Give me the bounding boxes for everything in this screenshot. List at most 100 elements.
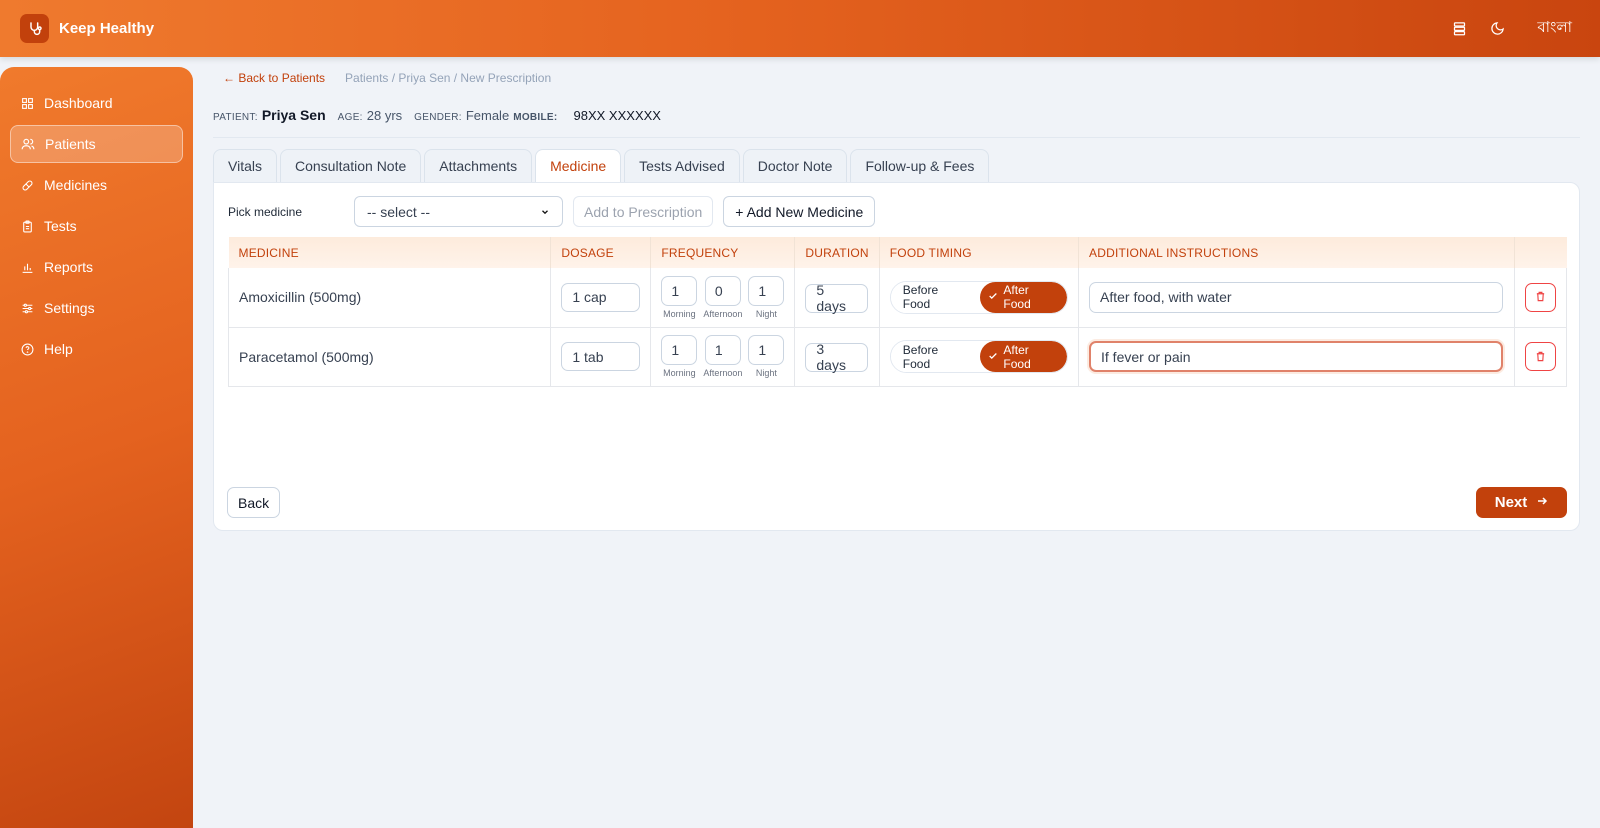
sidebar-item-label: Settings [44,300,95,316]
tab-doctor-note[interactable]: Doctor Note [742,149,848,182]
next-button[interactable]: Next [1476,487,1567,518]
sidebar-item-dashboard[interactable]: Dashboard [10,84,183,122]
patient-age: 28 yrs [366,108,403,123]
sidebar-item-label: Tests [44,218,77,234]
medicine-select[interactable]: -- select -- [354,196,563,227]
grid-icon [20,96,34,110]
language-toggle[interactable]: বাংলা [1537,16,1572,41]
help-circle-icon [20,342,34,356]
after-food-option[interactable]: After Food [980,341,1068,372]
tab-consultation-note[interactable]: Consultation Note [279,149,422,182]
breadcrumb: ← Back to Patients Patients / Priya Sen … [223,71,551,85]
after-food-label: After Food [1003,342,1031,371]
header-dosage: DOSAGE [550,237,652,268]
sidebar-item-tests[interactable]: Tests [10,207,183,245]
delete-row-button[interactable] [1524,282,1556,312]
sidebar-item-label: Patients [45,136,96,152]
dosage-input[interactable]: 1 cap [561,282,641,312]
header-medicine: MEDICINE [228,237,552,268]
header-instructions: ADDITIONAL INSTRUCTIONS [1078,237,1515,268]
medicine-name: Paracetamol (500mg) [227,327,552,387]
app-name: Keep Healthy [59,20,155,37]
tab-attachments[interactable]: Attachments [424,149,533,182]
back-to-patients-link[interactable]: ← Back to Patients [223,71,325,85]
breadcrumb-path: Patients / Priya Sen / New Prescription [345,71,552,85]
back-button[interactable]: Back [227,487,281,518]
add-to-prescription-button[interactable]: Add to Prescription [573,196,714,227]
instructions-input[interactable]: If fever or pain [1089,341,1504,372]
food-timing-toggle: Before Food After Food [889,280,1069,314]
morning-label: Morning [663,368,696,378]
sidebar-item-reports[interactable]: Reports [10,248,183,286]
sliders-icon [20,301,34,315]
clipboard-icon [20,219,34,233]
sidebar-item-settings[interactable]: Settings [10,289,183,327]
night-input[interactable]: 1 [748,275,785,306]
moon-icon[interactable] [1489,21,1505,37]
morning-label: Morning [663,308,696,319]
night-label: Night [755,368,777,378]
duration-input[interactable]: 3 days [805,341,869,373]
stethoscope-icon [20,14,49,43]
medicine-table: MEDICINE DOSAGE FREQUENCY DURATION FOOD … [227,237,1568,387]
medicine-picker: Pick medicine -- select -- Add to Prescr… [228,196,876,227]
sidebar-item-label: Dashboard [44,95,113,111]
pill-icon [20,178,34,192]
before-food-option[interactable]: Before Food [890,341,981,372]
tab-tests-advised[interactable]: Tests Advised [624,149,740,182]
after-food-option[interactable]: After Food [980,281,1068,313]
afternoon-label: Afternoon [703,368,743,378]
header-frequency: FREQUENCY [650,237,796,268]
table-header-row: MEDICINE DOSAGE FREQUENCY DURATION FOOD … [228,237,1567,268]
morning-input[interactable]: 1 [661,335,698,365]
brand[interactable]: Keep Healthy [20,14,154,43]
duration-input[interactable]: 5 days [805,282,869,314]
prescription-tabs: Vitals Consultation Note Attachments Med… [213,149,990,182]
add-new-medicine-button[interactable]: + Add New Medicine [723,196,876,227]
sidebar-item-label: Medicines [44,177,108,193]
food-timing-toggle: Before Food After Food [889,340,1069,373]
medicine-name: Amoxicillin (500mg) [227,268,552,328]
night-label: Night [755,308,777,319]
table-row: Paracetamol (500mg) 1 tab 1 Morning 1 Afte… [227,327,1568,387]
gender-label: GENDER: [414,112,462,123]
tab-medicine[interactable]: Medicine [535,149,622,182]
morning-input[interactable]: 1 [661,275,698,306]
patient-info: PATIENT: Priya Sen AGE: 28 yrs GENDER: F… [213,107,1580,138]
sidebar-item-label: Help [44,341,73,357]
header-actions [1514,237,1567,268]
arrow-right-icon [1536,494,1548,511]
before-food-option[interactable]: Before Food [890,281,981,313]
delete-row-button[interactable] [1524,342,1556,371]
header-food-timing: FOOD TIMING [879,237,1080,268]
tab-follow-up-fees[interactable]: Follow-up & Fees [850,149,990,182]
medicine-panel: Pick medicine -- select -- Add to Prescr… [213,182,1580,531]
check-icon [988,350,998,364]
dosage-input[interactable]: 1 tab [561,342,641,371]
database-icon[interactable] [1451,21,1467,37]
chevron-down-icon [540,204,550,220]
age-label: AGE: [337,112,363,123]
trash-icon [1535,349,1546,365]
afternoon-input[interactable]: 0 [704,275,741,306]
patient-mobile: 98XX XXXXXX [573,108,661,123]
tab-vitals[interactable]: Vitals [213,149,277,182]
next-label: Next [1494,494,1528,511]
sidebar-item-patients[interactable]: Patients [10,125,183,163]
frequency-inputs: 1 Morning 0 Afternoon 1 Night [661,275,785,319]
patient-gender: Female [465,108,510,123]
trash-icon [1535,289,1546,305]
sidebar-item-medicines[interactable]: Medicines [10,166,183,204]
users-icon [21,137,35,151]
afternoon-input[interactable]: 1 [704,335,741,365]
night-input[interactable]: 1 [748,335,785,365]
frequency-inputs: 1 Morning 1 Afternoon 1 Night [661,335,785,378]
sidebar: Dashboard Patients Medicines Tests Repor… [0,67,193,828]
table-row: Amoxicillin (500mg) 1 cap 1 Morning 0 Afte… [227,268,1568,328]
sidebar-item-label: Reports [44,259,94,275]
sidebar-item-help[interactable]: Help [10,330,183,368]
instructions-input[interactable]: After food, with water [1089,281,1504,313]
after-food-label: After Food [1003,283,1031,312]
patient-label: PATIENT: [213,112,258,123]
top-bar: Keep Healthy বাংলা [0,0,1600,57]
